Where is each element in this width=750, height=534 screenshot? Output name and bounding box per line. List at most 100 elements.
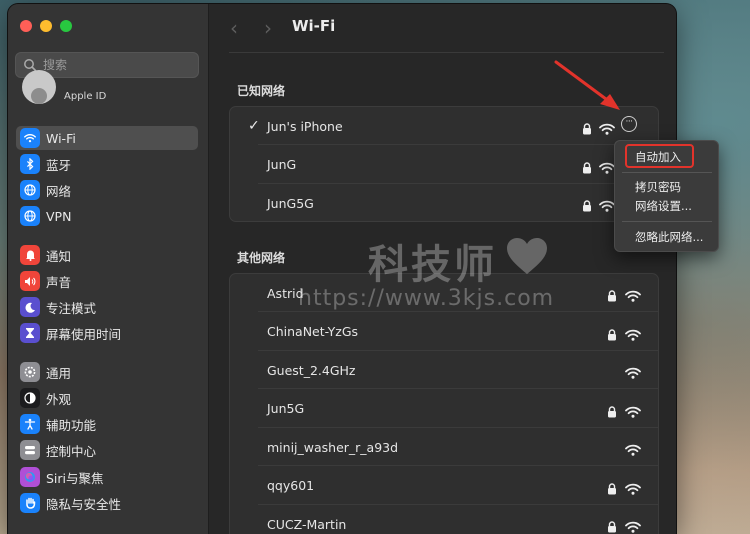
sidebar-item[interactable]: 网络 [16, 178, 198, 202]
known-networks-list: ✓ Jun's iPhone JunG JunG5G [229, 106, 659, 222]
lock-icon [582, 120, 592, 135]
search-input[interactable] [41, 57, 195, 73]
sidebar-item-label: Siri与聚焦 [46, 470, 104, 486]
wifi-signal-icon [625, 326, 641, 341]
sidebar-item-label: 声音 [46, 274, 72, 290]
appearance-icon [20, 388, 40, 408]
sidebar-item-label: 网络 [46, 183, 72, 199]
sidebar-item-label: 通用 [46, 365, 72, 381]
apple-id-label: Apple ID [64, 91, 107, 102]
sidebar-item[interactable]: VPN [16, 204, 198, 228]
lock-icon [607, 326, 617, 340]
network-name: minij_washer_r_a93d [267, 439, 399, 455]
toolbar: ‹ › Wi-Fi [209, 4, 676, 50]
network-row[interactable]: Astrid [230, 274, 658, 312]
sidebar-item[interactable]: 专注模式 [16, 295, 198, 319]
menu-divider [622, 221, 712, 222]
siri-icon [20, 467, 40, 487]
sidebar-item-label: VPN [46, 208, 72, 224]
sidebar-item-label: 专注模式 [46, 300, 97, 316]
lock-icon [607, 480, 617, 494]
control-center-icon [20, 440, 40, 460]
wifi-icon [20, 128, 40, 148]
network-row[interactable]: Jun5G [230, 390, 658, 428]
sidebar: Apple ID Wi-Fi 蓝牙网络 VPN 通知声音专注模式屏幕使用时间通用外观辅… [8, 4, 209, 534]
minimize-window-button[interactable] [40, 20, 52, 32]
wifi-signal-icon [625, 480, 641, 495]
menu-item-copy-password[interactable]: 拷贝密码 [635, 179, 681, 195]
forward-button[interactable]: › [264, 16, 272, 40]
sidebar-item[interactable]: 声音 [16, 269, 198, 293]
annotation-arrow [554, 60, 620, 110]
network-row[interactable]: qqy601 [230, 467, 658, 505]
lock-icon [607, 518, 617, 533]
sidebar-item[interactable]: 外观 [16, 386, 198, 410]
sidebar-item[interactable]: Wi-Fi [16, 126, 198, 150]
network-name: CUCZ-Martin [267, 516, 347, 532]
network-row[interactable]: minij_washer_r_a93d [230, 428, 658, 466]
network-row[interactable]: JunG5G [230, 184, 658, 222]
network-row[interactable]: ChinaNet-YzGs [230, 313, 658, 351]
bell-icon [20, 245, 40, 265]
wifi-signal-icon [599, 120, 615, 135]
sidebar-item[interactable]: Siri与聚焦 [16, 465, 198, 489]
network-context-menu: 自动加入 拷贝密码 网络设置... 忽略此网络... [614, 140, 719, 252]
menu-item-forget-network[interactable]: 忽略此网络... [635, 229, 703, 245]
sidebar-item-label: 通知 [46, 248, 72, 264]
sidebar-item[interactable]: 蓝牙 [16, 152, 198, 176]
close-window-button[interactable] [20, 20, 32, 32]
speaker-icon [20, 271, 40, 291]
sidebar-item-label: 控制中心 [46, 443, 97, 459]
menu-item-network-settings[interactable]: 网络设置... [635, 198, 692, 214]
highlight-box [625, 144, 694, 168]
accessibility-icon [20, 414, 40, 434]
menu-divider [622, 172, 712, 173]
back-button[interactable]: ‹ [230, 16, 238, 40]
network-name: JunG5G [267, 195, 314, 211]
network-row[interactable]: CUCZ-Martin [230, 505, 658, 534]
wifi-signal-icon [625, 441, 641, 456]
wifi-signal-icon [625, 364, 641, 379]
checkmark-icon: ✓ [248, 118, 260, 134]
other-networks-title: 其他网络 [237, 251, 286, 265]
apple-id-item[interactable]: Apple ID [20, 70, 210, 108]
lock-icon [582, 159, 592, 173]
other-networks-list: Astrid ChinaNet-YzGs Guest_2.4GHz Jun5G mini… [229, 273, 659, 534]
sidebar-item-label: 外观 [46, 391, 72, 407]
wifi-signal-icon [599, 159, 615, 174]
sidebar-item[interactable]: 屏幕使用时间 [16, 321, 198, 345]
divider [229, 52, 664, 53]
sidebar-item-label: 屏幕使用时间 [46, 326, 122, 342]
network-name: Astrid [267, 285, 304, 301]
network-name: Jun's iPhone [267, 118, 343, 134]
moon-icon [20, 297, 40, 317]
wifi-signal-icon [625, 287, 641, 302]
lock-icon [607, 403, 617, 417]
sidebar-item-label: 辅助功能 [46, 417, 97, 433]
network-options-button[interactable]: ··· [621, 116, 637, 132]
network-name: qqy601 [267, 478, 315, 493]
hand-icon [20, 493, 40, 513]
network-name: Jun5G [267, 401, 305, 416]
gear-icon [20, 362, 40, 382]
network-row[interactable]: JunG [230, 146, 658, 184]
globe-icon [20, 180, 40, 200]
sidebar-item-label: 蓝牙 [46, 157, 72, 173]
lock-icon [607, 287, 617, 302]
sidebar-item[interactable]: 通知 [16, 243, 198, 267]
network-name: JunG [267, 157, 297, 172]
bluetooth-icon [20, 154, 40, 174]
network-name: ChinaNet-YzGs [267, 324, 359, 339]
vpn-globe-icon [20, 206, 40, 226]
maximize-window-button[interactable] [60, 20, 72, 32]
network-name: Guest_2.4GHz [267, 362, 356, 378]
wifi-signal-icon [599, 197, 615, 212]
sidebar-item[interactable]: 通用 [16, 360, 198, 384]
sidebar-item[interactable]: 辅助功能 [16, 412, 198, 436]
hourglass-icon [20, 323, 40, 343]
avatar [22, 70, 56, 104]
network-row[interactable]: Guest_2.4GHz [230, 351, 658, 389]
sidebar-item[interactable]: 隐私与安全性 [16, 491, 198, 515]
sidebar-item[interactable]: 控制中心 [16, 438, 198, 462]
known-networks-title: 已知网络 [237, 84, 286, 98]
